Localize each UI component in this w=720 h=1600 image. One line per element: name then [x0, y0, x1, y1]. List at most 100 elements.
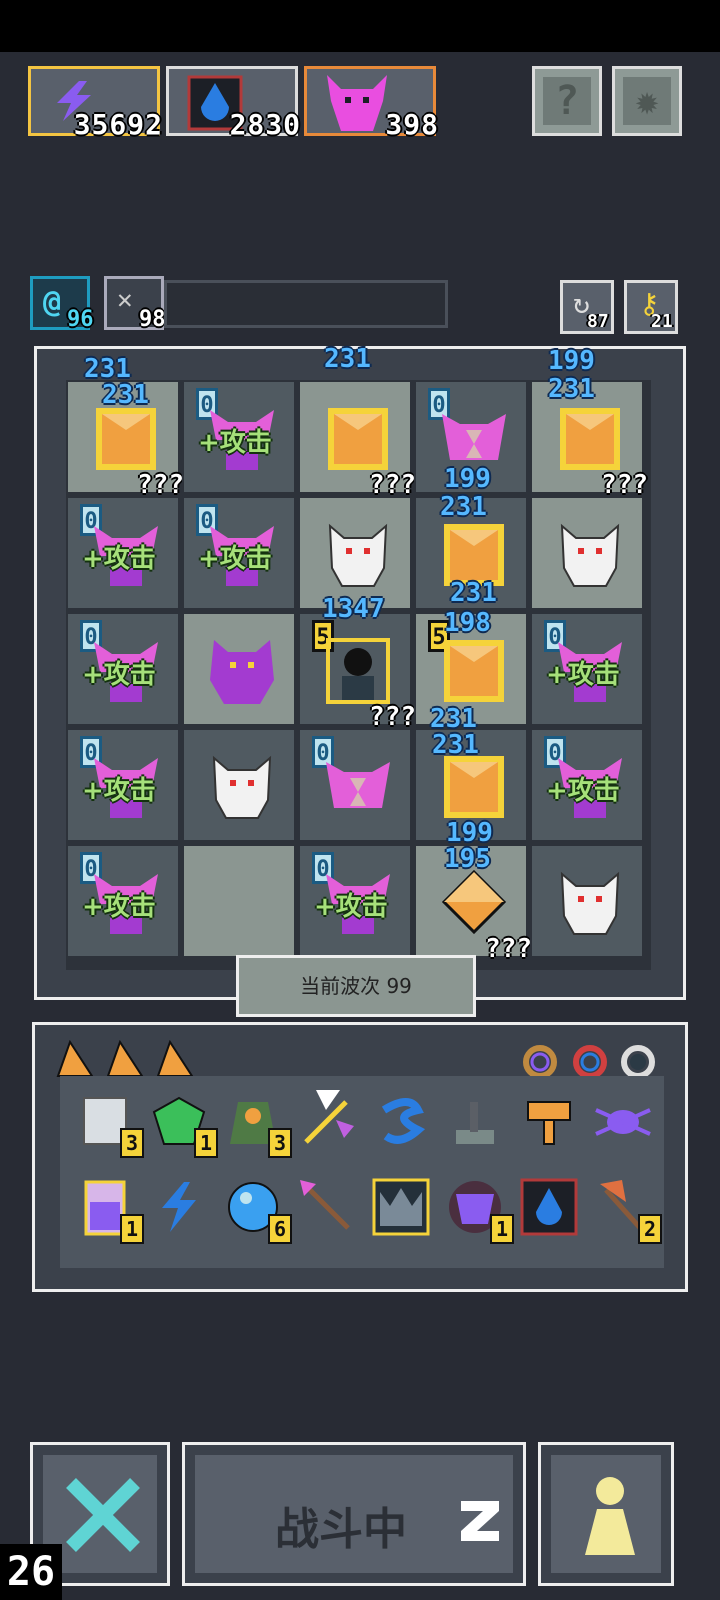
- attack-tag: +攻击: [546, 776, 620, 806]
- item-qty: 6: [268, 1214, 292, 1244]
- pawn-icon: [585, 1477, 635, 1555]
- white-ghost-icon: [212, 755, 272, 819]
- damage-number: 231: [102, 380, 149, 410]
- grid-cell[interactable]: 0: [298, 728, 412, 842]
- battle-label: 战斗中: [275, 1504, 407, 1555]
- amber-shard-icon[interactable]: [56, 1040, 94, 1078]
- key-icon[interactable]: [518, 1090, 580, 1152]
- attack-tag: +攻击: [82, 660, 156, 690]
- key-value: 21: [651, 311, 673, 332]
- attack-tag: +攻击: [314, 892, 388, 922]
- battle-button[interactable]: 战斗中: [182, 1442, 526, 1586]
- grid-cell[interactable]: [182, 728, 296, 842]
- grid-cell[interactable]: 0 +攻击: [182, 496, 296, 610]
- axe-icon[interactable]: 2: [592, 1176, 662, 1244]
- white-ghost-icon: [328, 523, 388, 587]
- grid-cell[interactable]: 0 +攻击: [530, 728, 644, 842]
- damage-number: 199: [548, 346, 595, 376]
- purple-spider-icon[interactable]: [592, 1090, 654, 1152]
- enemy-value: 398: [385, 108, 439, 141]
- potion-jar-icon[interactable]: 1: [74, 1176, 144, 1244]
- attack-tag: +攻击: [198, 544, 272, 574]
- progress-bar: [164, 280, 448, 328]
- scroll-icon[interactable]: 3: [74, 1090, 144, 1158]
- fire-card-icon[interactable]: [518, 1176, 580, 1238]
- enemy-resource[interactable]: 398: [304, 66, 438, 141]
- magic-wand-icon[interactable]: [296, 1090, 358, 1152]
- crown-icon[interactable]: [370, 1176, 432, 1238]
- purple-demon-icon: [210, 640, 274, 704]
- sleep-icon: [461, 1501, 499, 1541]
- mana-resource[interactable]: 2830: [166, 66, 300, 141]
- help-button[interactable]: ?: [532, 66, 602, 136]
- damage-number: 195: [444, 844, 491, 874]
- arrow-icon[interactable]: [296, 1176, 358, 1238]
- bat-icon: ✕: [117, 285, 133, 315]
- inventory-grid: 3 1 3 1 6 1 2: [60, 1076, 664, 1268]
- mana-value: 2830: [229, 108, 301, 141]
- key-stat[interactable]: ⚷ 21: [624, 280, 678, 334]
- bat-stat[interactable]: ✕ 98: [104, 276, 166, 332]
- bat-value: 98: [139, 307, 166, 332]
- attack-tag: +攻击: [546, 660, 620, 690]
- blue-bolt-icon[interactable]: [148, 1176, 210, 1238]
- amber-crystal-icon: [560, 408, 620, 470]
- swirl-stat[interactable]: @ 96: [30, 276, 94, 332]
- amber-gem-icon: [441, 869, 507, 935]
- damage-number: 231: [84, 354, 131, 384]
- player-button[interactable]: [538, 1442, 674, 1586]
- gear-icon: ✹: [623, 77, 671, 125]
- damage-number: 231: [324, 344, 371, 374]
- damage-number: 199: [446, 818, 493, 848]
- item-qty: 3: [268, 1128, 292, 1158]
- grid-cell[interactable]: 0 +攻击: [298, 844, 412, 958]
- swirl-value: 96: [67, 307, 94, 332]
- rotate-value: 87: [587, 311, 609, 332]
- grid-cell[interactable]: [530, 844, 644, 958]
- grid-cell[interactable]: 0 +攻击: [182, 380, 296, 494]
- pink-hourglass-icon: [326, 762, 390, 808]
- white-ghost-icon: [560, 871, 620, 935]
- energy-resource[interactable]: 35692: [28, 66, 162, 141]
- grid-cell[interactable]: [182, 612, 296, 726]
- item-qty: 2: [638, 1214, 662, 1244]
- rotate-stat[interactable]: ↻ 87: [560, 280, 614, 334]
- energy-value: 35692: [73, 108, 163, 141]
- hooded-figure-icon[interactable]: 3: [222, 1090, 292, 1158]
- swirl-icon: @: [43, 285, 62, 320]
- damage-number: 231: [440, 492, 487, 522]
- grid-cell[interactable]: 0 +攻击: [66, 844, 180, 958]
- damage-number: 198: [444, 608, 491, 638]
- player-button-face: [551, 1455, 661, 1573]
- amber-shard-icon[interactable]: [156, 1040, 194, 1078]
- grid-cell[interactable]: [182, 844, 296, 958]
- blue-orb-icon[interactable]: 6: [222, 1176, 292, 1244]
- settings-button[interactable]: ✹: [612, 66, 682, 136]
- grid-cell[interactable]: 0 +攻击: [66, 496, 180, 610]
- board-grid: ??? 0 +攻击 ??? 0 ??? 0 +攻击 0 +攻击 0 +攻击 5 …: [66, 380, 651, 970]
- item-qty: 1: [490, 1214, 514, 1244]
- damage-number: 1347: [322, 594, 385, 624]
- help-icon: ?: [543, 77, 591, 125]
- demon-face-icon[interactable]: 1: [444, 1176, 514, 1244]
- attack-tag: +攻击: [198, 428, 272, 458]
- damage-number: 231: [432, 730, 479, 760]
- green-gem-icon[interactable]: 1: [148, 1090, 218, 1158]
- grid-cell[interactable]: [530, 496, 644, 610]
- unknown-label: ???: [485, 934, 532, 964]
- grid-cell[interactable]: 0 +攻击: [66, 728, 180, 842]
- grid-cell[interactable]: 0 +攻击: [530, 612, 644, 726]
- grid-cell[interactable]: 5 ???: [298, 612, 416, 732]
- dark-knight-icon: [326, 638, 390, 704]
- grid-cell[interactable]: ???: [298, 380, 416, 500]
- lever-icon[interactable]: [444, 1090, 506, 1152]
- damage-number: 231: [450, 578, 497, 608]
- battle-button-face: 战斗中: [195, 1455, 513, 1573]
- white-ghost-icon: [560, 523, 620, 587]
- amber-shard-icon[interactable]: [106, 1040, 144, 1078]
- grid-cell[interactable]: 0 +攻击: [66, 612, 180, 726]
- blue-swirl-icon[interactable]: [370, 1090, 432, 1152]
- grid-cell[interactable]: [298, 496, 412, 610]
- attack-tag: +攻击: [82, 776, 156, 806]
- damage-number: 231: [548, 374, 595, 404]
